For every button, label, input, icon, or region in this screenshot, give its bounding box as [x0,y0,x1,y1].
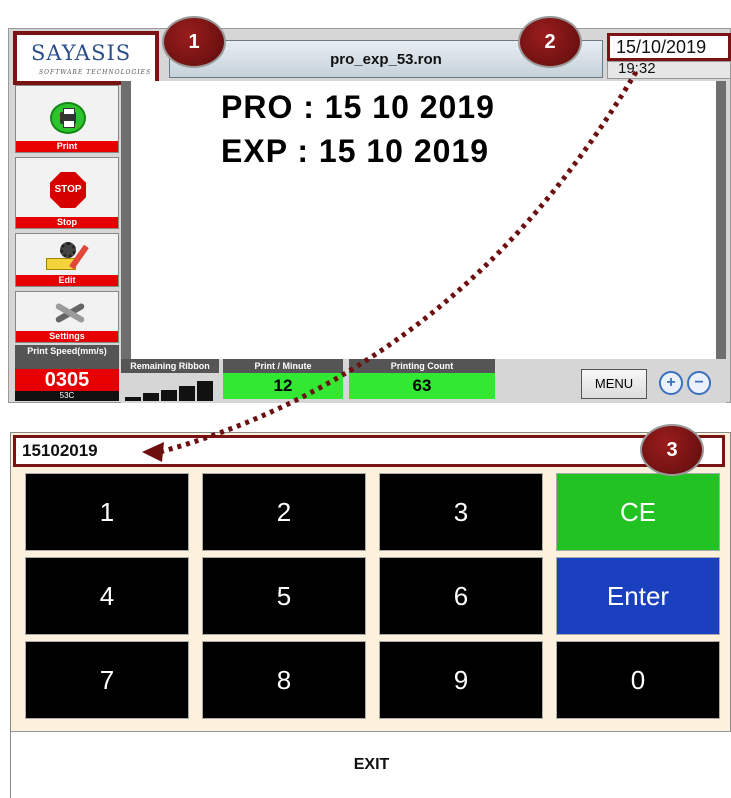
logo: SAYASIS SOFTWARE TECHNOLOGIES [13,31,159,85]
remaining-ribbon-label: Remaining Ribbon [121,359,219,373]
keypad-entry-field[interactable]: 15102019 [13,435,725,467]
settings-button[interactable]: Settings [15,291,119,343]
printer-icon [50,102,86,134]
print-button[interactable]: Print [15,85,119,153]
ribbon-level-bar [125,397,141,401]
key-7[interactable]: 7 [25,641,189,719]
print-label: Print [16,141,118,152]
callout-2: 2 [518,16,582,68]
printing-count-label: Printing Count [349,359,495,373]
exit-button[interactable]: EXIT [11,731,731,798]
key-9[interactable]: 9 [379,641,543,719]
label-canvas-frame: PRO : 15 10 2019 EXP : 15 10 2019 [121,81,726,359]
stop-sign-icon: STOP [50,172,86,208]
logo-subtitle: SOFTWARE TECHNOLOGIES [39,69,152,76]
callout-3: 3 [640,424,704,476]
menu-button[interactable]: MENU [581,369,647,399]
print-speed-sub: 53C [15,391,119,401]
ribbon-level-bar [197,381,213,401]
edit-tools-icon [46,240,92,272]
pro-date-text[interactable]: PRO : 15 10 2019 [221,89,495,126]
key-0[interactable]: 0 [556,641,720,719]
wrench-icon [50,296,90,328]
stop-button[interactable]: STOP Stop [15,157,119,229]
zoom-out-icon[interactable]: − [687,371,711,395]
ribbon-level-bar [161,390,177,401]
callout-1: 1 [162,16,226,68]
key-8[interactable]: 8 [202,641,366,719]
print-speed-label: Print Speed(mm/s) [15,345,119,369]
time-field[interactable]: 19:32 [607,61,731,79]
print-per-minute-value: 12 [223,373,343,399]
key-5[interactable]: 5 [202,557,366,635]
printing-count-value: 63 [349,373,495,399]
key-6[interactable]: 6 [379,557,543,635]
key-1[interactable]: 1 [25,473,189,551]
zoom-in-icon[interactable]: + [659,371,683,395]
key-2[interactable]: 2 [202,473,366,551]
key-3[interactable]: 3 [379,473,543,551]
ribbon-level-bar [143,393,159,401]
status-bar: Remaining Ribbon Print / Minute 12 Print… [121,359,726,403]
edit-label: Edit [16,275,118,286]
settings-label: Settings [16,331,118,342]
label-canvas[interactable]: PRO : 15 10 2019 EXP : 15 10 2019 [131,81,716,359]
print-per-minute-label: Print / Minute [223,359,343,373]
key-4[interactable]: 4 [25,557,189,635]
date-field[interactable]: 15/10/2019 [607,33,731,61]
print-speed-value[interactable]: 0305 [15,369,119,391]
ribbon-level-bar [179,386,195,401]
printer-screen: SAYASIS SOFTWARE TECHNOLOGIES pro_exp_53… [8,28,731,403]
edit-button[interactable]: Edit [15,233,119,287]
ribbon-level-indicator [125,377,219,401]
enter-button[interactable]: Enter [556,557,720,635]
exp-date-text[interactable]: EXP : 15 10 2019 [221,133,489,170]
logo-text: SAYASIS [31,41,132,65]
stop-label: Stop [16,217,118,228]
numeric-keypad: 15102019 1 2 3 CE 4 5 6 Enter 7 8 9 0 EX… [10,432,731,798]
clear-entry-button[interactable]: CE [556,473,720,551]
